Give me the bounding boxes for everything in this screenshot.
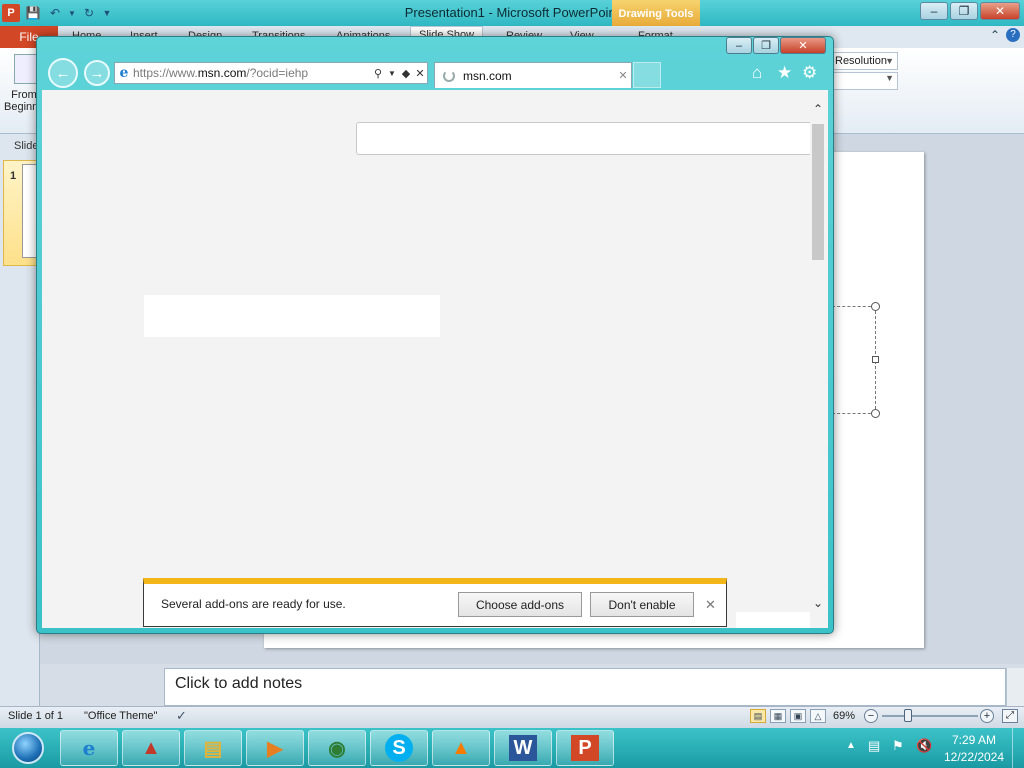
browser-window-controls: – ❐ ✕ xyxy=(726,37,826,54)
notification-message: Several add-ons are ready for use. xyxy=(161,597,346,611)
chevron-down-icon: ▼ xyxy=(885,73,894,83)
slideshow-from-beginning-icon[interactable] xyxy=(14,54,38,84)
address-bar[interactable]: e https://www.msn.com/?ocid=iehp ⚲ ▼ ◆ ✕ xyxy=(114,62,428,84)
window-title: Presentation1 - Microsoft PowerPoint xyxy=(404,5,620,20)
powerpoint-window-controls: – ❐ ✕ xyxy=(920,2,1020,20)
resolution-dropdown[interactable]: Resolution ▼ xyxy=(830,52,898,70)
loading-spinner-icon xyxy=(443,69,455,82)
skype-icon[interactable]: S xyxy=(370,730,428,766)
back-arrow-icon[interactable]: ← xyxy=(48,58,78,88)
monitor-dropdown[interactable]: ▼ xyxy=(830,72,898,90)
start-button[interactable] xyxy=(4,729,52,767)
minimize-button[interactable]: – xyxy=(920,2,948,20)
file-explorer-icon[interactable]: ▤ xyxy=(184,730,242,766)
view-switcher: ▤ ▦ ▣ △ xyxy=(750,709,826,723)
toolbox-icon[interactable]: ▲ xyxy=(122,730,180,766)
new-tab-button[interactable] xyxy=(633,62,661,88)
show-hidden-icons-icon[interactable]: ▲ xyxy=(846,740,856,751)
favorites-star-icon[interactable]: ★ xyxy=(777,63,792,83)
notes-placeholder[interactable]: Click to add notes xyxy=(175,675,302,693)
notification-close-icon[interactable]: ✕ xyxy=(705,597,716,613)
volume-muted-icon[interactable]: 🔇 xyxy=(916,738,932,754)
zoom-slider-track[interactable] xyxy=(882,715,978,717)
show-desktop-button[interactable] xyxy=(1012,728,1024,768)
page-content xyxy=(42,90,828,628)
url-field[interactable]: https://www.msn.com/?ocid=iehp xyxy=(133,66,371,80)
selected-placeholder[interactable] xyxy=(832,306,876,414)
scroll-down-icon[interactable]: ⌄ xyxy=(810,596,826,614)
clock-time[interactable]: 7:29 AM xyxy=(944,733,1004,747)
choose-addons-button[interactable]: Choose add-ons xyxy=(458,592,582,617)
collapse-ribbon-icon[interactable]: ⌃ xyxy=(990,28,1000,42)
vlc-icon[interactable]: ▲ xyxy=(432,730,490,766)
reading-view-icon[interactable]: ▣ xyxy=(790,709,806,723)
slideshow-view-icon[interactable]: △ xyxy=(810,709,826,723)
help-icon[interactable]: ? xyxy=(1006,28,1020,42)
dont-enable-button[interactable]: Don't enable xyxy=(590,592,694,617)
ribbon-right-controls: ⌃ ? xyxy=(990,28,1020,42)
windows-logo-icon xyxy=(12,732,44,764)
restore-button[interactable]: ❐ xyxy=(950,2,978,20)
zoom-out-button[interactable]: − xyxy=(864,709,878,723)
chrome-icon[interactable]: ◉ xyxy=(308,730,366,766)
tab-title: msn.com xyxy=(463,68,512,83)
scroll-up-icon[interactable]: ⌃ xyxy=(810,102,826,120)
browser-restore-button[interactable]: ❐ xyxy=(753,37,779,54)
page-content-block xyxy=(144,295,440,337)
resolution-label: Resolution xyxy=(835,55,887,67)
url-host: msn.com xyxy=(197,66,247,80)
forward-arrow-icon[interactable]: → xyxy=(84,60,110,86)
close-button[interactable]: ✕ xyxy=(980,2,1020,20)
action-center-flag-icon[interactable]: ⚑ xyxy=(892,738,904,754)
slide-count-status: Slide 1 of 1 xyxy=(8,710,64,722)
slide-number: 1 xyxy=(10,170,17,182)
search-icon[interactable]: ⚲ xyxy=(371,67,385,80)
url-path: /?ocid=iehp xyxy=(246,66,309,80)
spellcheck-icon[interactable]: ✓ xyxy=(176,708,187,724)
theme-status[interactable]: "Office Theme" xyxy=(84,710,157,722)
notes-scrollbar[interactable] xyxy=(1006,668,1024,706)
page-content-block xyxy=(736,612,810,628)
resize-handle[interactable] xyxy=(871,302,880,311)
network-icon[interactable]: ▤ xyxy=(868,738,880,754)
page-search-box[interactable] xyxy=(356,122,814,155)
resize-handle[interactable] xyxy=(871,409,880,418)
drawing-tools-contextual-tab[interactable]: Drawing Tools xyxy=(612,0,700,26)
zoom-level[interactable]: 69% xyxy=(833,710,855,722)
scroll-thumb[interactable] xyxy=(812,124,824,260)
chevron-down-icon: ▼ xyxy=(885,56,894,66)
tab-close-icon[interactable]: ✕ xyxy=(615,69,631,82)
powerpoint-icon[interactable]: P xyxy=(556,730,614,766)
media-player-icon[interactable]: ▶ xyxy=(246,730,304,766)
fit-to-window-icon[interactable]: ⤢ xyxy=(1002,709,1018,723)
browser-tab-active[interactable]: msn.com ✕ xyxy=(434,62,632,88)
lock-icon[interactable]: ◆ xyxy=(399,67,413,80)
slide-sorter-icon[interactable]: ▦ xyxy=(770,709,786,723)
ie-site-icon: e xyxy=(119,65,129,81)
internet-explorer-icon[interactable]: e xyxy=(60,730,118,766)
normal-view-icon[interactable]: ▤ xyxy=(750,709,766,723)
zoom-slider-thumb[interactable] xyxy=(903,709,912,722)
resize-handle[interactable] xyxy=(872,356,879,363)
word-icon[interactable]: W xyxy=(494,730,552,766)
url-scheme: https://www. xyxy=(133,66,198,80)
browser-close-button[interactable]: ✕ xyxy=(780,37,826,54)
stop-icon[interactable]: ✕ xyxy=(413,67,427,80)
browser-minimize-button[interactable]: – xyxy=(726,37,752,54)
zoom-in-button[interactable]: + xyxy=(980,709,994,723)
clock-date[interactable]: 12/22/2024 xyxy=(940,750,1008,764)
home-icon[interactable]: ⌂ xyxy=(752,63,762,83)
settings-gear-icon[interactable]: ⚙ xyxy=(802,63,817,83)
chevron-down-icon[interactable]: ▼ xyxy=(385,69,399,78)
